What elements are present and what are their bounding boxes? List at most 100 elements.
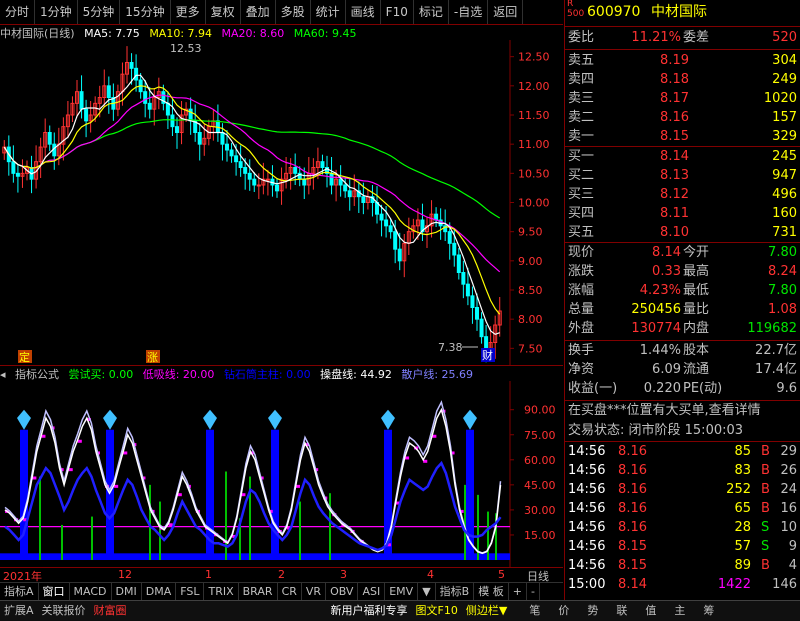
- sells-price: 8.16: [660, 110, 689, 125]
- tick-side: B: [761, 444, 770, 459]
- indicator-tab-2[interactable]: MACD: [70, 583, 112, 601]
- ma20-line: [3, 94, 501, 273]
- toolbar-item-4[interactable]: 更多: [171, 0, 206, 24]
- indicator-tab-12[interactable]: EMV: [385, 583, 419, 601]
- tick-time: 14:56: [568, 482, 606, 497]
- buys-row-1[interactable]: 买二 8.13 947: [565, 166, 800, 186]
- indicator-chart[interactable]: 90.00 75.00 60.00 45.00 30.00 15.00: [0, 381, 563, 568]
- ding-badge: 定: [19, 350, 30, 364]
- buys-row-2[interactable]: 买三 8.12 496: [565, 185, 800, 205]
- x-axis: 2021年 12 1 2 3 4 5 日线: [0, 567, 563, 583]
- ma10-label: MA10: 7.94: [149, 27, 213, 40]
- toolbar-item-0[interactable]: 分时: [0, 0, 36, 24]
- indicator-name[interactable]: 指标公式: [15, 368, 59, 381]
- bottom-item-8[interactable]: 势: [583, 601, 602, 621]
- chart-header: 中材国际(日线) MA5: 7.75 MA10: 7.94 MA20: 8.60…: [0, 25, 563, 41]
- sells-row-4[interactable]: 卖一 8.15 329: [565, 127, 800, 147]
- toolbar-item-5[interactable]: 复权: [206, 0, 241, 24]
- bottom-item-12[interactable]: 筹: [699, 601, 718, 621]
- stats-label: 总量: [568, 302, 595, 317]
- indicator-icon[interactable]: ◂: [0, 368, 6, 381]
- sells-row-1[interactable]: 卖四 8.18 249: [565, 70, 800, 90]
- indicator-tab-3[interactable]: DMI: [112, 583, 142, 601]
- stats2-value: 0.220: [643, 381, 681, 396]
- indicator-tab-11[interactable]: ASI: [358, 583, 386, 601]
- toolbar-item-13[interactable]: 返回: [488, 0, 524, 24]
- indicator-tab-4[interactable]: DMA: [142, 583, 177, 601]
- candle-body: [238, 161, 243, 168]
- candlestick-chart[interactable]: 12.50 12.00 11.50 11.00 10.50 10.00 9.50 9.00 8.…: [0, 40, 563, 365]
- indicator-tab-6[interactable]: TRIX: [204, 583, 239, 601]
- retail-line-label: 散户线: 25.69: [401, 368, 474, 381]
- toolbar-item-7[interactable]: 多股: [276, 0, 311, 24]
- sells-volume: 157: [772, 110, 797, 125]
- indicator-tab-9[interactable]: VR: [302, 583, 327, 601]
- toolbar-item-1[interactable]: 1分钟: [35, 0, 78, 24]
- buys-price: 8.12: [660, 187, 689, 202]
- bottom-item-2[interactable]: 财富圈: [90, 601, 131, 621]
- diamond-pillar: [20, 429, 28, 560]
- indicator-tab-0[interactable]: 指标A: [0, 583, 39, 601]
- diamond-pillar: [106, 429, 114, 560]
- op-step: [168, 523, 173, 527]
- stats2-value2: 17.4亿: [755, 362, 797, 377]
- candle-body: [484, 336, 489, 349]
- bottom-item-9[interactable]: 联: [612, 601, 631, 621]
- toolbar-item-11[interactable]: 标记: [414, 0, 449, 24]
- r-label: R: [567, 0, 574, 9]
- sells-label: 卖四: [568, 72, 595, 87]
- sells-row-3[interactable]: 卖二 8.16 157: [565, 108, 800, 128]
- bottom-item-6[interactable]: 笔: [525, 601, 544, 621]
- indicator-tab-8[interactable]: CR: [278, 583, 302, 601]
- stats2-label2: 股本: [683, 343, 710, 358]
- candle-body: [106, 85, 111, 98]
- toolbar-item-6[interactable]: 叠加: [241, 0, 276, 24]
- bottom-item-11[interactable]: 主: [670, 601, 689, 621]
- bottom-item-0[interactable]: 扩展A: [0, 601, 38, 621]
- bottom-item-5[interactable]: 侧边栏▼: [462, 601, 511, 621]
- tick-side: B: [761, 482, 770, 497]
- sells-row-0[interactable]: 卖五 8.19 304: [565, 51, 800, 71]
- toolbar-item-2[interactable]: 5分钟: [78, 0, 121, 24]
- notice-row[interactable]: 在买盘***位置有大买单,查看详情: [565, 401, 800, 421]
- sells-price: 8.15: [660, 129, 689, 144]
- notice-text[interactable]: 在买盘***位置有大买单,查看详情: [568, 401, 761, 421]
- toolbar-item-10[interactable]: F10: [381, 0, 414, 24]
- toolbar-item-3[interactable]: 15分钟: [120, 0, 171, 24]
- candle-body: [456, 254, 461, 273]
- candle-body: [11, 161, 16, 174]
- indicator-tab-15[interactable]: 模 板: [474, 583, 509, 601]
- stats-row-3: 总量 250456 量比 1.08: [565, 300, 800, 320]
- toolbar-item-12[interactable]: -自选: [449, 0, 489, 24]
- bottom-item-1[interactable]: 关联报价: [38, 601, 90, 621]
- indicator-tab-10[interactable]: OBV: [326, 583, 359, 601]
- candle-body: [234, 155, 239, 163]
- bottom-item-3[interactable]: 新用户福利专享: [327, 601, 412, 621]
- cai-badge: 财: [482, 348, 493, 362]
- indicator-tab-7[interactable]: BRAR: [239, 583, 278, 601]
- indicator-tab-1[interactable]: 窗口: [39, 583, 70, 601]
- indicator-tab-5[interactable]: FSL: [176, 583, 205, 601]
- candle-body: [393, 231, 398, 250]
- bottom-item-7[interactable]: 价: [554, 601, 573, 621]
- indicator-tab-16[interactable]: +: [509, 583, 527, 601]
- candle-body: [15, 172, 20, 177]
- indicator-tab-13[interactable]: ▼: [418, 583, 436, 601]
- stats-label2: 量比: [683, 302, 710, 317]
- candle-body: [329, 172, 334, 186]
- tick-count: 24: [780, 482, 797, 497]
- sub-y-tick-label: 90.00: [524, 404, 556, 417]
- indicator-tab-14[interactable]: 指标B: [436, 583, 475, 601]
- toolbar-item-8[interactable]: 统计: [311, 0, 346, 24]
- candle-body: [170, 114, 175, 128]
- sells-row-2[interactable]: 卖三 8.17 1020: [565, 89, 800, 109]
- buys-row-3[interactable]: 买四 8.11 160: [565, 204, 800, 224]
- ma10-line: [3, 85, 501, 315]
- bottom-item-10[interactable]: 值: [641, 601, 660, 621]
- tick-count: 146: [772, 577, 797, 592]
- bottom-item-4[interactable]: 图文F10: [412, 601, 462, 621]
- buys-row-4[interactable]: 买五 8.10 731: [565, 223, 800, 243]
- buys-row-0[interactable]: 买一 8.14 245: [565, 147, 800, 167]
- indicator-tab-17[interactable]: -: [527, 583, 540, 601]
- toolbar-item-9[interactable]: 画线: [346, 0, 381, 24]
